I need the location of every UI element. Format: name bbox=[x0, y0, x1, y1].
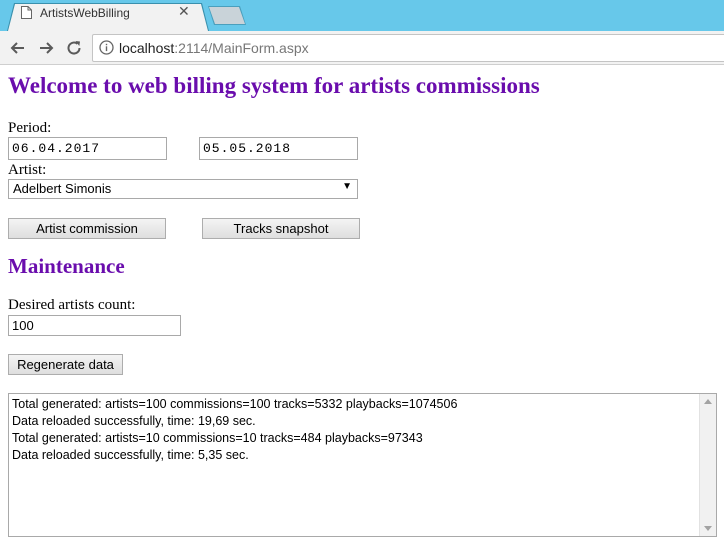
log-scrollbar[interactable] bbox=[699, 394, 716, 536]
artist-commission-button[interactable]: Artist commission bbox=[8, 218, 166, 239]
document-icon bbox=[21, 6, 32, 19]
period-label: Period: bbox=[8, 120, 52, 136]
close-icon[interactable]: ✕ bbox=[178, 3, 190, 19]
log-line: Data reloaded successfully, time: 5,35 s… bbox=[12, 448, 249, 462]
reload-icon[interactable] bbox=[63, 37, 85, 59]
url-text: localhost:2114/MainForm.aspx bbox=[119, 40, 309, 56]
page-content: Welcome to web billing system for artist… bbox=[0, 65, 724, 541]
artist-label: Artist: bbox=[8, 162, 47, 178]
period-to-input[interactable] bbox=[199, 137, 358, 160]
log-textarea[interactable]: Total generated: artists=100 commissions… bbox=[8, 393, 717, 537]
maintenance-heading: Maintenance bbox=[8, 254, 125, 278]
browser-toolbar: localhost:2114/MainForm.aspx bbox=[0, 31, 724, 65]
info-icon[interactable] bbox=[99, 40, 114, 55]
browser-tab-bar: ArtistsWebBilling ✕ bbox=[0, 0, 724, 31]
scroll-down-icon[interactable] bbox=[704, 526, 712, 531]
tab-title: ArtistsWebBilling bbox=[40, 6, 130, 20]
dropdown-arrow-icon: ▼ bbox=[342, 181, 352, 192]
artist-selected-value: Adelbert Simonis bbox=[13, 181, 112, 196]
desired-count-input[interactable] bbox=[8, 315, 181, 336]
back-arrow-icon[interactable] bbox=[7, 37, 29, 59]
page-title: Welcome to web billing system for artist… bbox=[8, 73, 540, 98]
new-tab-button[interactable] bbox=[209, 7, 245, 24]
scroll-up-icon[interactable] bbox=[704, 399, 712, 404]
log-line: Data reloaded successfully, time: 19,69 … bbox=[12, 414, 256, 428]
period-from-input[interactable] bbox=[8, 137, 167, 160]
log-line: Total generated: artists=10 commissions=… bbox=[12, 431, 423, 445]
tracks-snapshot-button[interactable]: Tracks snapshot bbox=[202, 218, 360, 239]
url-path: :2114/MainForm.aspx bbox=[174, 40, 309, 56]
artist-select[interactable]: Adelbert Simonis ▼ bbox=[8, 179, 358, 199]
log-line: Total generated: artists=100 commissions… bbox=[12, 397, 458, 411]
address-bar[interactable]: localhost:2114/MainForm.aspx bbox=[92, 34, 724, 62]
url-host: localhost bbox=[119, 40, 175, 56]
desired-count-label: Desired artists count: bbox=[8, 297, 136, 313]
forward-arrow-icon[interactable] bbox=[35, 37, 57, 59]
regenerate-data-button[interactable]: Regenerate data bbox=[8, 354, 123, 375]
